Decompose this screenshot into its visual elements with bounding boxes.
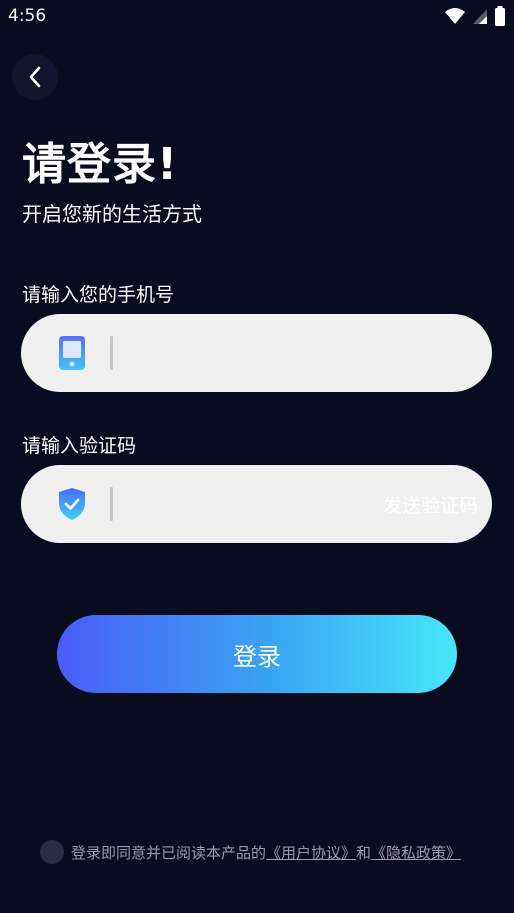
- code-input-box[interactable]: 发送验证码: [21, 465, 492, 543]
- status-bar: 4:56: [0, 0, 514, 34]
- wifi-icon: [445, 8, 465, 24]
- user-agreement-link[interactable]: 《用户协议》: [266, 842, 356, 863]
- phone-input[interactable]: [121, 328, 375, 380]
- phone-caret: [110, 336, 113, 370]
- phone-input-box[interactable]: [21, 314, 492, 392]
- phone-label: 请输入您的手机号: [22, 284, 175, 306]
- privacy-policy-link[interactable]: 《隐私政策》: [371, 842, 461, 863]
- agreement-conj: 和: [356, 843, 372, 862]
- code-label: 请输入验证码: [22, 435, 137, 457]
- agreement-row: 登录即同意并已阅读本产品的 《用户协议》 和 《隐私政策》: [40, 840, 461, 864]
- chevron-left-icon: [29, 66, 41, 88]
- agreement-prefix: 登录即同意并已阅读本产品的: [71, 843, 267, 862]
- code-caret: [110, 487, 113, 521]
- shield-check-icon: [59, 488, 85, 520]
- status-time: 4:56: [8, 6, 47, 26]
- page-subtitle: 开启您新的生活方式: [22, 202, 202, 226]
- phone-icon: [59, 336, 85, 370]
- page-title: 请登录!: [22, 139, 179, 190]
- agree-checkbox[interactable]: [40, 840, 64, 864]
- code-input[interactable]: [121, 479, 375, 531]
- send-code-button[interactable]: 发送验证码: [383, 491, 478, 518]
- signal-icon: [473, 9, 487, 24]
- back-button[interactable]: [12, 54, 58, 100]
- battery-icon: [495, 6, 505, 26]
- status-icons: [444, 6, 506, 26]
- login-button[interactable]: 登录: [57, 615, 457, 693]
